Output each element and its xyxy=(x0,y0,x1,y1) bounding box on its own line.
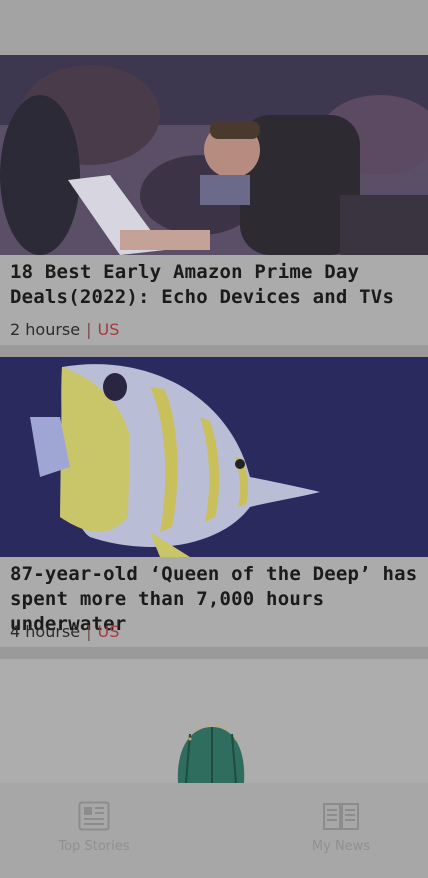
news-card[interactable]: 18 Best Early Amazon Prime Day Deals(202… xyxy=(0,55,428,345)
article-time: 2 hourse xyxy=(10,320,81,339)
article-title[interactable]: 18 Best Early Amazon Prime Day Deals(202… xyxy=(10,260,420,310)
article-meta: 2 hourse | US xyxy=(10,320,119,339)
newspaper-icon xyxy=(19,801,169,835)
article-region: US xyxy=(97,622,120,641)
tab-label: My News xyxy=(311,839,371,854)
news-card[interactable]: 87-year-old ‘Queen of the Deep’ has spen… xyxy=(0,357,428,647)
article-image xyxy=(0,357,428,557)
article-image xyxy=(0,55,428,255)
tab-top-stories[interactable]: Top Stories xyxy=(19,801,169,854)
meta-separator: | xyxy=(86,622,92,641)
news-card[interactable] xyxy=(0,659,428,783)
article-meta: 4 hourse | US xyxy=(10,622,119,641)
meta-separator: | xyxy=(86,320,92,339)
bottom-tab-bar: Top Stories My News xyxy=(0,783,428,878)
tab-label: Top Stories xyxy=(58,839,130,854)
article-time: 4 hourse xyxy=(10,622,81,641)
top-app-bar xyxy=(0,0,428,55)
article-image xyxy=(0,659,428,783)
open-book-icon xyxy=(266,801,416,835)
tab-my-news[interactable]: My News xyxy=(266,801,416,854)
article-region: US xyxy=(97,320,120,339)
